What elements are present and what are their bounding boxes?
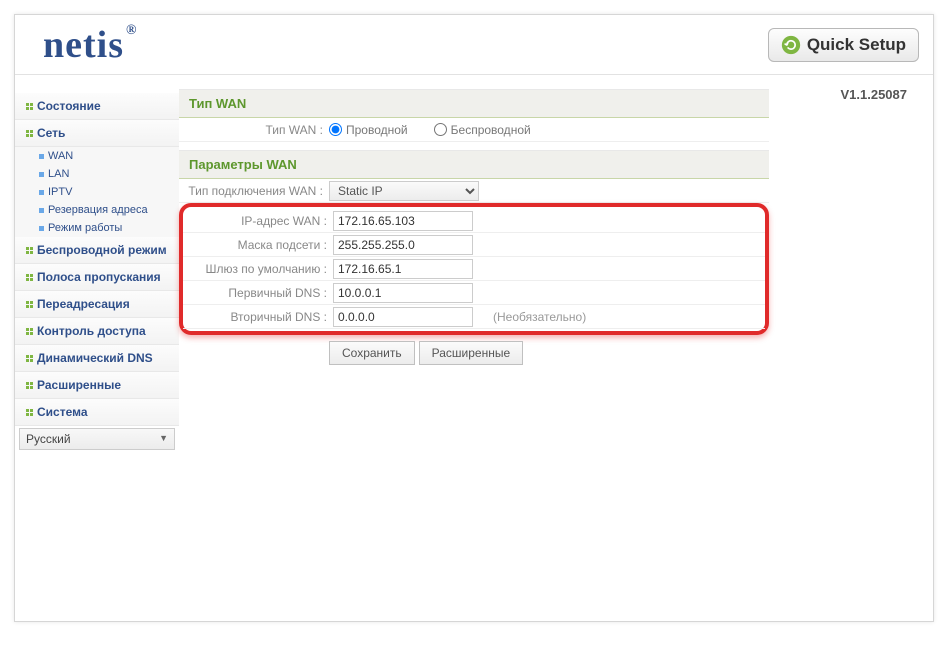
quick-setup-label: Quick Setup <box>807 35 906 55</box>
sidebar: Состояние Сеть WAN LAN IPTV Резервация а… <box>15 75 179 452</box>
quick-setup-button[interactable]: Quick Setup <box>768 28 919 62</box>
gw-label: Шлюз по умолчанию : <box>183 262 333 276</box>
sidebar-label: Состояние <box>37 99 101 113</box>
sidebar-item-status[interactable]: Состояние <box>15 93 179 120</box>
sidebar-item-ddns[interactable]: Динамический DNS <box>15 345 179 372</box>
sidebar-label: Система <box>37 405 88 419</box>
dns2-label: Вторичный DNS : <box>183 310 333 324</box>
section-title-wan-type: Тип WAN <box>179 89 769 118</box>
dns1-input[interactable] <box>333 283 473 303</box>
highlighted-fields: IP-адрес WAN : Маска подсети : Шлюз по у… <box>179 203 769 335</box>
sidebar-label: Контроль доступа <box>37 324 146 338</box>
sidebar-item-wireless[interactable]: Беспроводной режим <box>15 237 179 264</box>
firmware-version: V1.1.25087 <box>840 87 907 102</box>
sidebar-item-bandwidth[interactable]: Полоса пропускания <box>15 264 179 291</box>
dns2-input[interactable] <box>333 307 473 327</box>
sidebar-item-system[interactable]: Система <box>15 399 179 426</box>
radio-wired[interactable] <box>329 123 342 136</box>
sidebar-label: Полоса пропускания <box>37 270 161 284</box>
wan-type-wired-radio[interactable]: Проводной <box>329 123 408 137</box>
dns1-label: Первичный DNS : <box>183 286 333 300</box>
refresh-icon <box>781 35 801 55</box>
submenu-item-lan[interactable]: LAN <box>15 165 179 183</box>
dns2-note: (Необязательно) <box>493 310 586 324</box>
submenu-item-iptv[interactable]: IPTV <box>15 183 179 201</box>
mask-label: Маска подсети : <box>183 238 333 252</box>
radio-wireless[interactable] <box>434 123 447 136</box>
sidebar-label: Сеть <box>37 126 65 140</box>
submenu-item-addr-reserve[interactable]: Резервация адреса <box>15 201 179 219</box>
gw-input[interactable] <box>333 259 473 279</box>
submenu-item-op-mode[interactable]: Режим работы <box>15 219 179 237</box>
save-button[interactable]: Сохранить <box>329 341 415 365</box>
language-selected: Русский <box>26 432 71 446</box>
sidebar-item-network[interactable]: Сеть <box>15 120 179 147</box>
sidebar-item-access-control[interactable]: Контроль доступа <box>15 318 179 345</box>
sidebar-label: Динамический DNS <box>37 351 153 365</box>
section-title-wan-params: Параметры WAN <box>179 150 769 179</box>
wan-type-wireless-radio[interactable]: Беспроводной <box>434 123 531 137</box>
ip-label: IP-адрес WAN : <box>183 214 333 228</box>
submenu-item-wan[interactable]: WAN <box>15 147 179 165</box>
conn-type-label: Тип подключения WAN : <box>179 184 329 198</box>
brand-logo: netis® <box>43 23 137 67</box>
mask-input[interactable] <box>333 235 473 255</box>
wan-type-label: Тип WAN : <box>179 123 329 137</box>
conn-type-select[interactable]: Static IP <box>329 181 479 201</box>
advanced-button[interactable]: Расширенные <box>419 341 524 365</box>
main-content: Тип WAN Тип WAN : Проводной Беспроводной… <box>179 75 769 452</box>
sidebar-label: Беспроводной режим <box>37 243 167 257</box>
sidebar-label: Переадресация <box>37 297 130 311</box>
sidebar-label: Расширенные <box>37 378 121 392</box>
language-select[interactable]: Русский <box>19 428 175 450</box>
sidebar-item-forwarding[interactable]: Переадресация <box>15 291 179 318</box>
sidebar-item-advanced[interactable]: Расширенные <box>15 372 179 399</box>
ip-input[interactable] <box>333 211 473 231</box>
